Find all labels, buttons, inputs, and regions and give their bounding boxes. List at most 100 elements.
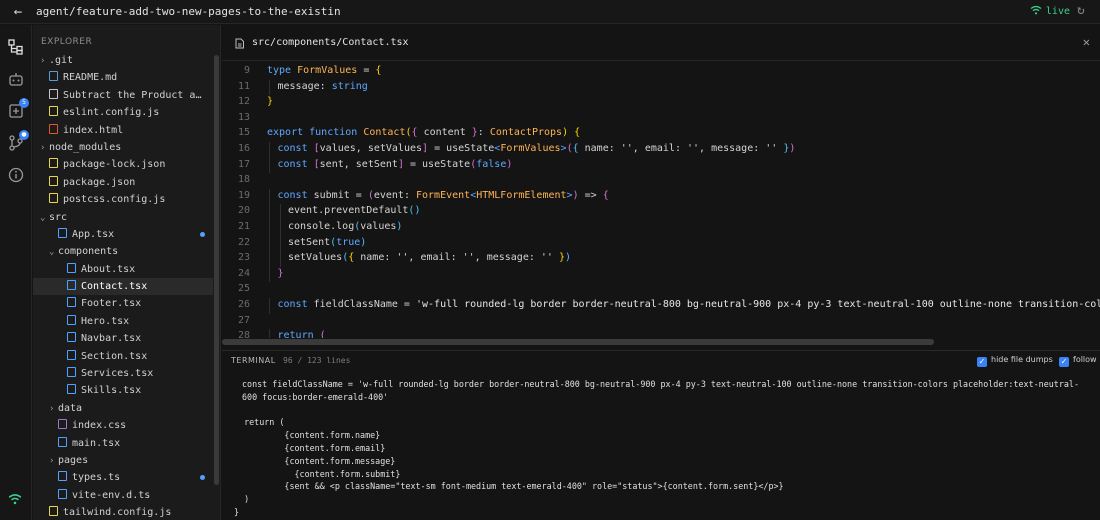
indent-guide [269,142,270,158]
explorer-file[interactable]: main.tsx [33,435,213,452]
source-control-icon[interactable]: ● [7,130,29,152]
code-line: console.log(values) [288,221,402,232]
code-token: { [574,127,581,139]
code-token: setSent [288,236,331,248]
explorer-item-label: README.md [63,72,118,84]
css-file-icon [58,419,67,430]
explorer-item-label: postcss.config.js [63,194,166,206]
code-token: const [277,299,314,310]
live-status: live [1030,5,1070,17]
explorer-file[interactable]: postcss.config.js [33,191,213,208]
explorer-file[interactable]: index.css [33,417,213,434]
code-area[interactable]: 9 type FormValues = {11 message: string 12}… [222,62,1100,338]
terminal-line: } [234,506,240,517]
terminal-line: const fieldClassName = 'w-full rounded-l… [242,379,1080,402]
explorer-file[interactable]: Services.tsx [33,365,213,382]
line-number: 15 [237,127,250,139]
explorer-file[interactable]: types.ts [33,469,213,486]
json-file-icon [49,175,58,186]
explorer-file[interactable]: package-lock.json [33,156,213,173]
explorer-item-label: About.tsx [81,263,136,275]
indent-guide [269,188,270,205]
back-arrow-icon[interactable]: ← [10,4,26,20]
indent-guide [279,235,281,252]
tsx-file-icon [67,332,76,343]
code-token: () [408,205,421,217]
explorer-folder[interactable]: › data [33,400,213,417]
chevron-right-icon: › [40,142,46,153]
explorer-file[interactable]: App.tsx [33,226,213,243]
explorer-panel: EXPLORER › .git README.md Subtract the Prod… [33,25,221,520]
hide-file-dumps-checkbox[interactable]: ✓ hide file dumps [977,355,1053,367]
explorer-folder[interactable]: › .git [33,52,213,69]
line-number: 23 [237,252,250,264]
explorer-scrollbar[interactable] [214,55,219,485]
line-number: 11 [237,80,250,92]
assistant-icon[interactable] [7,70,25,88]
explorer-file[interactable]: Contact.tsx [33,278,213,296]
explorer-folder[interactable]: › node_modules [33,139,213,156]
explorer-file[interactable]: tailwind.config.js [33,504,213,520]
chevron-right-icon: › [49,403,55,414]
explorer-file[interactable]: README.md [33,69,213,86]
code-token: const [277,189,314,201]
line-number: 26 [237,299,250,310]
explorer-file[interactable]: index.html [33,122,213,139]
code-token: false [476,158,507,170]
explorer-icon[interactable] [7,38,25,56]
explorer-file[interactable]: vite-env.d.ts [33,487,213,504]
info-icon[interactable] [7,166,25,184]
json-file-icon [49,158,58,169]
explorer-file[interactable]: Footer.tsx [33,295,213,312]
explorer-file[interactable]: About.tsx [33,261,213,278]
live-label: live [1045,6,1070,17]
explorer-item-label: vite-env.d.ts [72,489,151,501]
explorer-file[interactable]: Subtract the Product and Sum of Digits o… [33,87,213,104]
editor-tab-bar: src/components/Contact.tsx ✕ [222,25,1100,61]
indent-guide [269,204,270,220]
indent-guide [279,204,281,220]
terminal-line: {content.form.email} [234,442,386,453]
code-token: => [578,189,603,201]
code-token: export function [267,127,364,139]
follow-checkbox[interactable]: ✓ follow [1059,355,1097,367]
explorer-item-label: Subtract the Product and Sum of Digits o… [63,89,213,101]
explorer-file[interactable]: Hero.tsx [33,313,213,330]
explorer-item-label: package.json [63,176,136,188]
explorer-folder[interactable]: ⌄ src [33,209,213,226]
explorer-item-label: Footer.tsx [81,298,142,310]
changes-icon[interactable]: 5 [7,98,29,120]
code-token: HTMLFormElement [476,189,567,201]
explorer-file[interactable]: Navbar.tsx [33,330,213,347]
tsx-file-icon [67,262,76,273]
explorer-file[interactable]: package.json [33,174,213,191]
explorer-folder[interactable]: ⌄ components [33,243,213,260]
editor: src/components/Contact.tsx ✕ 9 type FormV… [222,25,1100,350]
activity-bar: 5 ● [0,25,32,520]
explorer-item-label: package-lock.json [63,159,166,171]
terminal-line: {sent && <p className="text-sm font-medi… [234,481,784,492]
top-bar: ← agent/feature-add-two-new-pages-to-the… [0,0,1100,24]
explorer-item-label: index.html [63,124,124,136]
explorer-file[interactable]: eslint.config.js [33,104,213,121]
checkbox-checked-icon: ✓ [977,357,987,367]
line-number: 16 [237,143,250,154]
explorer-file[interactable]: Section.tsx [33,348,213,365]
close-icon[interactable]: ✕ [1083,35,1090,49]
changes-badge: 5 [19,98,29,108]
explorer-folder[interactable]: › pages [33,452,213,469]
line-number: 13 [237,111,250,123]
code-token: values [360,221,397,232]
code-token: console.log [288,221,355,232]
code-token: content [417,127,472,139]
code-line: return ( [278,330,326,338]
file-file-icon [49,88,58,99]
line-number: 25 [237,283,250,295]
code-token: } [277,267,284,279]
editor-horizontal-scrollbar[interactable] [222,339,934,345]
explorer-file[interactable]: Skills.tsx [33,382,213,399]
refresh-icon[interactable]: ↻ [1077,4,1091,18]
code-line: const [values, setValues] = useState<For… [278,143,796,154]
explorer-item-label: .git [49,55,74,66]
file-tree: ›.gitREADME.mdSubtract the Product and S… [33,52,213,520]
